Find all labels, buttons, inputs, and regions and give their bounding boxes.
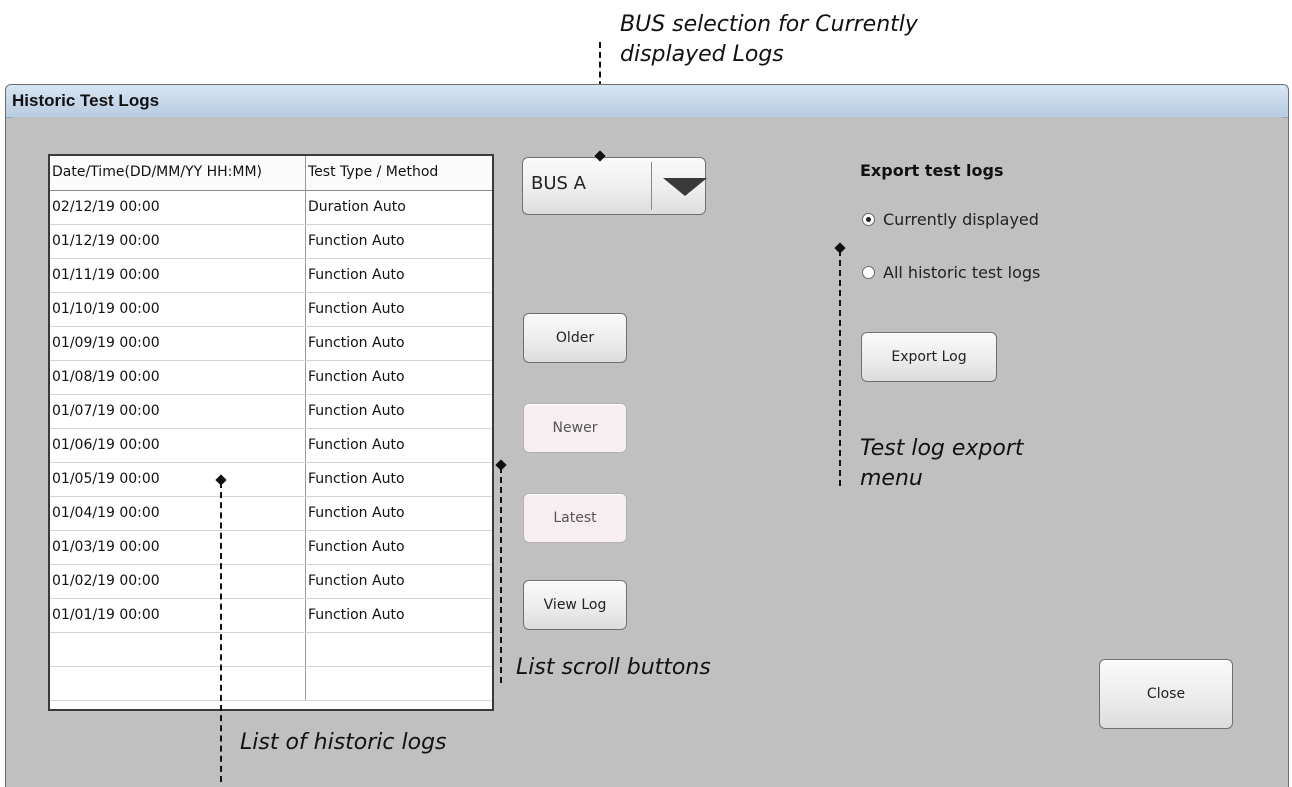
radio-selected-icon[interactable] bbox=[862, 213, 875, 226]
latest-button[interactable]: Latest bbox=[523, 493, 627, 543]
table-row[interactable]: 01/02/19 00:00 Function Auto bbox=[50, 565, 492, 599]
table-row[interactable]: 01/04/19 00:00 Function Auto bbox=[50, 497, 492, 531]
dropdown-arrow-icon[interactable] bbox=[663, 178, 707, 196]
radio-all-historic-label: All historic test logs bbox=[883, 263, 1041, 282]
newer-button[interactable]: Newer bbox=[523, 403, 627, 453]
table-row[interactable]: 01/01/19 00:00 Function Auto bbox=[50, 599, 492, 633]
leader-line-export bbox=[839, 250, 841, 486]
table-body: 02/12/19 00:00 Duration Auto 01/12/19 00:0… bbox=[50, 191, 492, 701]
table-header: Date/Time(DD/MM/YY HH:MM) Test Type / Me… bbox=[50, 156, 492, 191]
cell-datetime: 01/01/19 00:00 bbox=[50, 599, 306, 632]
older-button[interactable]: Older bbox=[523, 313, 627, 363]
annotation-bus-selection-line2: displayed Logs bbox=[620, 42, 784, 67]
table-row[interactable]: 02/12/19 00:00 Duration Auto bbox=[50, 191, 492, 225]
cell-test-type bbox=[306, 633, 492, 666]
cell-test-type: Function Auto bbox=[308, 233, 405, 249]
radio-all-historic[interactable]: All historic test logs bbox=[862, 263, 1040, 282]
window-client-area: Date/Time(DD/MM/YY HH:MM) Test Type / Me… bbox=[12, 117, 1282, 787]
cell-datetime: 01/11/19 00:00 bbox=[50, 259, 306, 292]
column-header-test-type[interactable]: Test Type / Method bbox=[306, 156, 492, 190]
cell-test-type: Function Auto bbox=[308, 437, 405, 453]
cell-datetime: 01/02/19 00:00 bbox=[50, 565, 306, 598]
cell-test-type: Duration Auto bbox=[308, 199, 406, 215]
cell-test-type: Function Auto bbox=[308, 471, 405, 487]
annotation-bus-selection: BUS selection for Currently displayed Lo… bbox=[620, 10, 918, 70]
cell-test-type: Function Auto bbox=[308, 335, 405, 351]
cell-datetime: 02/12/19 00:00 bbox=[50, 191, 306, 224]
cell-test-type: Function Auto bbox=[308, 539, 405, 555]
table-row[interactable]: 01/09/19 00:00 Function Auto bbox=[50, 327, 492, 361]
dropdown-divider bbox=[651, 162, 652, 210]
table-row[interactable]: 01/03/19 00:00 Function Auto bbox=[50, 531, 492, 565]
leader-line-list bbox=[220, 482, 222, 782]
annotation-bus-selection-line1: BUS selection for Currently bbox=[620, 12, 918, 37]
annotation-export-line1: Test log export bbox=[860, 436, 1024, 461]
table-row[interactable] bbox=[50, 667, 492, 701]
cell-test-type: Function Auto bbox=[308, 573, 405, 589]
table-row[interactable]: 01/05/19 00:00 Function Auto bbox=[50, 463, 492, 497]
annotation-historic-list: List of historic logs bbox=[240, 730, 447, 755]
historic-logs-table: Date/Time(DD/MM/YY HH:MM) Test Type / Me… bbox=[48, 154, 494, 711]
bus-select-dropdown[interactable]: BUS A bbox=[522, 157, 707, 215]
cell-datetime: 01/06/19 00:00 bbox=[50, 429, 306, 462]
table-row[interactable]: 01/06/19 00:00 Function Auto bbox=[50, 429, 492, 463]
cell-datetime: 01/04/19 00:00 bbox=[50, 497, 306, 530]
leader-line-scroll bbox=[500, 467, 502, 683]
table-row[interactable]: 01/12/19 00:00 Function Auto bbox=[50, 225, 492, 259]
cell-datetime bbox=[50, 667, 306, 700]
cell-test-type: Function Auto bbox=[308, 403, 405, 419]
cell-datetime bbox=[50, 633, 306, 666]
annotation-export-line2: menu bbox=[860, 466, 923, 491]
bus-select-value: BUS A bbox=[531, 173, 586, 194]
title-bar: Historic Test Logs bbox=[6, 85, 1288, 118]
cell-datetime: 01/08/19 00:00 bbox=[50, 361, 306, 394]
radio-currently-displayed[interactable]: Currently displayed bbox=[862, 210, 1039, 229]
export-log-button[interactable]: Export Log bbox=[861, 332, 997, 382]
radio-currently-displayed-label: Currently displayed bbox=[883, 210, 1039, 229]
cell-test-type: Function Auto bbox=[308, 505, 405, 521]
table-row[interactable]: 01/08/19 00:00 Function Auto bbox=[50, 361, 492, 395]
radio-unselected-icon[interactable] bbox=[862, 266, 875, 279]
cell-test-type: Function Auto bbox=[308, 607, 405, 623]
export-section-title: Export test logs bbox=[860, 161, 1004, 180]
close-button[interactable]: Close bbox=[1099, 659, 1233, 729]
cell-datetime: 01/05/19 00:00 bbox=[50, 463, 306, 496]
table-row[interactable]: 01/10/19 00:00 Function Auto bbox=[50, 293, 492, 327]
cell-datetime: 01/12/19 00:00 bbox=[50, 225, 306, 258]
annotation-scroll-buttons: List scroll buttons bbox=[516, 655, 711, 680]
window-title: Historic Test Logs bbox=[12, 91, 160, 110]
cell-test-type: Function Auto bbox=[308, 369, 405, 385]
cell-test-type: Function Auto bbox=[308, 267, 405, 283]
cell-datetime: 01/03/19 00:00 bbox=[50, 531, 306, 564]
table-row[interactable]: 01/07/19 00:00 Function Auto bbox=[50, 395, 492, 429]
column-header-datetime[interactable]: Date/Time(DD/MM/YY HH:MM) bbox=[50, 156, 306, 190]
table-row[interactable]: 01/11/19 00:00 Function Auto bbox=[50, 259, 492, 293]
cell-datetime: 01/07/19 00:00 bbox=[50, 395, 306, 428]
annotation-export-menu: Test log export menu bbox=[860, 434, 1024, 494]
cell-datetime: 01/09/19 00:00 bbox=[50, 327, 306, 360]
view-log-button[interactable]: View Log bbox=[523, 580, 627, 630]
cell-datetime: 01/10/19 00:00 bbox=[50, 293, 306, 326]
cell-test-type: Function Auto bbox=[308, 301, 405, 317]
table-row[interactable] bbox=[50, 633, 492, 667]
cell-test-type bbox=[306, 667, 492, 700]
